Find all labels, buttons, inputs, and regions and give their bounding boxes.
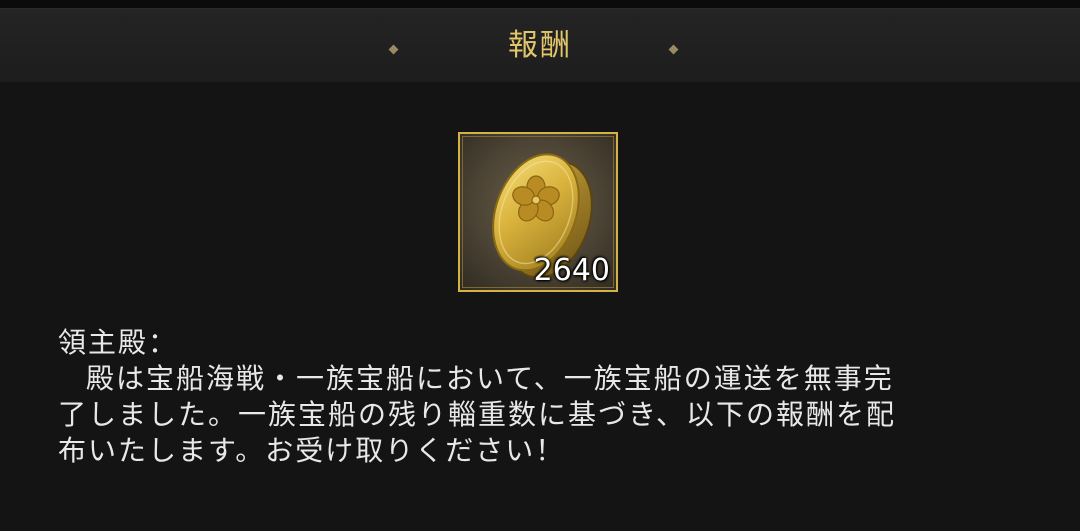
- message-salutation: 領主殿：: [58, 326, 179, 359]
- reward-item-slot[interactable]: 2640: [458, 132, 618, 292]
- message-line-1-text: 殿は宝船海戦・一族宝船において、一族宝船の運送を無事完: [86, 362, 894, 395]
- reward-message: 領主殿： 殿は宝船海戦・一族宝船において、一族宝船の運送を無事完 了しました。一…: [58, 325, 1018, 469]
- message-line-1: 殿は宝船海戦・一族宝船において、一族宝船の運送を無事完: [58, 361, 1018, 397]
- message-line-3: 布いたします。お受け取りください！: [58, 434, 566, 467]
- reward-item-count: 2640: [533, 253, 610, 288]
- dialog-title: 報酬: [508, 28, 572, 63]
- dialog-body: 2640 領主殿： 殿は宝船海戦・一族宝船において、一族宝船の運送を無事完 了し…: [0, 82, 1080, 531]
- dialog-header: 報酬: [0, 9, 1080, 82]
- message-line-2: 了しました。一族宝船の残り輜重数に基づき、以下の報酬を配: [58, 398, 897, 431]
- top-border-strip: [0, 0, 1080, 9]
